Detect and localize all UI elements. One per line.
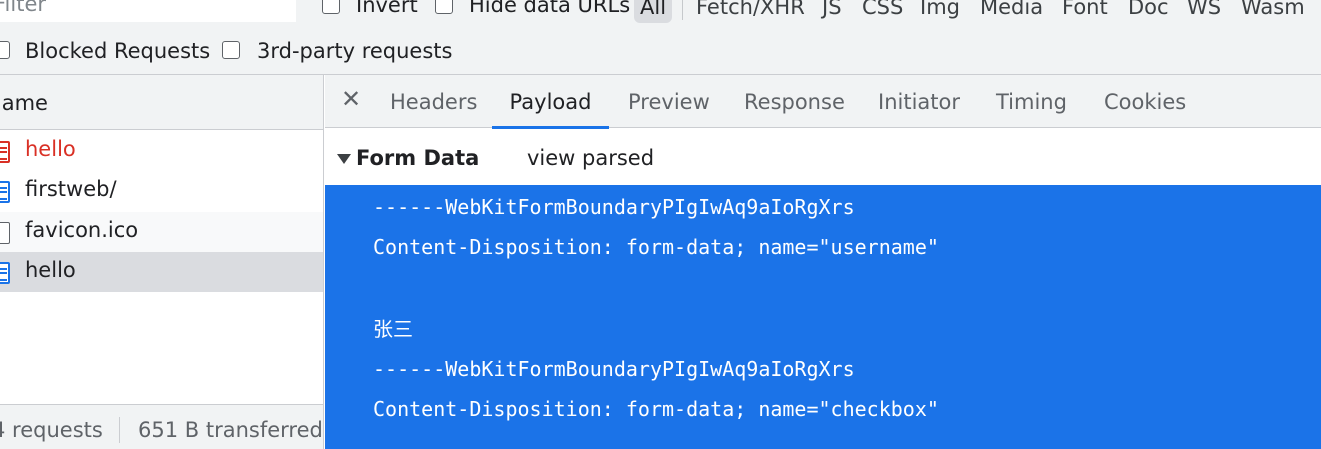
type-filter-wasm[interactable]: Wasm bbox=[1241, 0, 1305, 23]
filter-toolbar: Invert Hide data URLs All Fetch/XHR JS C… bbox=[0, 0, 1321, 30]
request-row[interactable]: firstweb/ bbox=[0, 171, 323, 211]
third-party-label: 3rd-party requests bbox=[257, 39, 453, 63]
filter-input[interactable] bbox=[0, 0, 296, 22]
request-name: hello bbox=[25, 137, 76, 161]
type-filter-img[interactable]: Img bbox=[920, 0, 960, 23]
request-name: favicon.ico bbox=[25, 218, 139, 242]
tab-response[interactable]: Response bbox=[744, 75, 845, 128]
hide-data-urls-label: Hide data URLs bbox=[469, 0, 631, 17]
detail-tab-bar: ✕ Headers Payload Preview Response Initi… bbox=[325, 75, 1321, 129]
view-parsed-link[interactable]: view parsed bbox=[527, 146, 654, 170]
tab-headers[interactable]: Headers bbox=[390, 75, 477, 128]
payload-line: 张三 bbox=[373, 317, 413, 341]
tab-timing[interactable]: Timing bbox=[996, 75, 1067, 128]
document-icon bbox=[0, 181, 10, 203]
blocked-requests-checkbox[interactable] bbox=[0, 41, 10, 59]
network-summary-bar: 4 requests 651 B transferred bbox=[0, 404, 323, 449]
type-filter-font[interactable]: Font bbox=[1062, 0, 1108, 23]
devtools-network-panel: Invert Hide data URLs All Fetch/XHR JS C… bbox=[0, 0, 1321, 449]
third-party-checkbox[interactable] bbox=[222, 41, 240, 59]
payload-line: ------WebKitFormBoundaryPIgIwAq9aIoRgXrs bbox=[373, 195, 855, 219]
payload-line: Content-Disposition: form-data; name="us… bbox=[373, 235, 939, 259]
tab-preview[interactable]: Preview bbox=[628, 75, 710, 128]
section-title: Form Data bbox=[356, 146, 480, 170]
type-filter-all[interactable]: All bbox=[634, 0, 673, 23]
request-row[interactable]: favicon.ico bbox=[0, 212, 323, 252]
transferred-size: 651 B transferred bbox=[138, 418, 323, 442]
name-column-label: Name bbox=[0, 91, 48, 115]
tab-payload[interactable]: Payload bbox=[492, 75, 609, 129]
request-name: hello bbox=[25, 258, 76, 282]
filter-options-row: Blocked Requests 3rd-party requests bbox=[0, 30, 1321, 74]
type-filter-media[interactable]: Media bbox=[980, 0, 1043, 23]
raw-payload-selected[interactable]: ------WebKitFormBoundaryPIgIwAq9aIoRgXrs… bbox=[325, 185, 1321, 449]
form-data-section-header[interactable]: Form Data view parsed bbox=[325, 129, 1321, 185]
toolbar-divider bbox=[682, 0, 683, 20]
tab-initiator[interactable]: Initiator bbox=[878, 75, 960, 128]
hide-data-urls-checkbox[interactable] bbox=[435, 0, 453, 14]
type-filter-doc[interactable]: Doc bbox=[1128, 0, 1169, 23]
blocked-requests-label: Blocked Requests bbox=[25, 39, 211, 63]
summary-divider bbox=[119, 417, 120, 443]
request-name: firstweb/ bbox=[25, 177, 117, 201]
request-row-selected[interactable]: hello bbox=[0, 252, 323, 292]
request-row[interactable]: hello bbox=[0, 131, 323, 171]
name-column-header[interactable]: Name bbox=[0, 75, 323, 130]
document-icon bbox=[0, 262, 10, 284]
network-main: Name hello firstweb/ favicon.ico hello 4… bbox=[0, 74, 1321, 449]
payload-line: Content-Disposition: form-data; name="ch… bbox=[373, 397, 939, 421]
request-list-panel: Name hello firstweb/ favicon.ico hello 4… bbox=[0, 75, 324, 449]
request-detail-panel: ✕ Headers Payload Preview Response Initi… bbox=[325, 75, 1321, 449]
collapse-triangle-icon[interactable] bbox=[337, 154, 351, 164]
close-icon[interactable]: ✕ bbox=[341, 85, 361, 113]
tab-cookies[interactable]: Cookies bbox=[1104, 75, 1186, 128]
type-filter-ws[interactable]: WS bbox=[1187, 0, 1221, 23]
request-count: 4 requests bbox=[0, 418, 103, 442]
type-filter-fetch-xhr[interactable]: Fetch/XHR bbox=[696, 0, 805, 23]
document-icon bbox=[0, 141, 10, 163]
invert-label: Invert bbox=[356, 0, 418, 17]
type-filter-css[interactable]: CSS bbox=[862, 0, 903, 23]
file-icon bbox=[0, 222, 10, 244]
payload-line: ------WebKitFormBoundaryPIgIwAq9aIoRgXrs bbox=[373, 357, 855, 381]
type-filter-js[interactable]: JS bbox=[822, 0, 842, 23]
invert-checkbox[interactable] bbox=[322, 0, 340, 14]
